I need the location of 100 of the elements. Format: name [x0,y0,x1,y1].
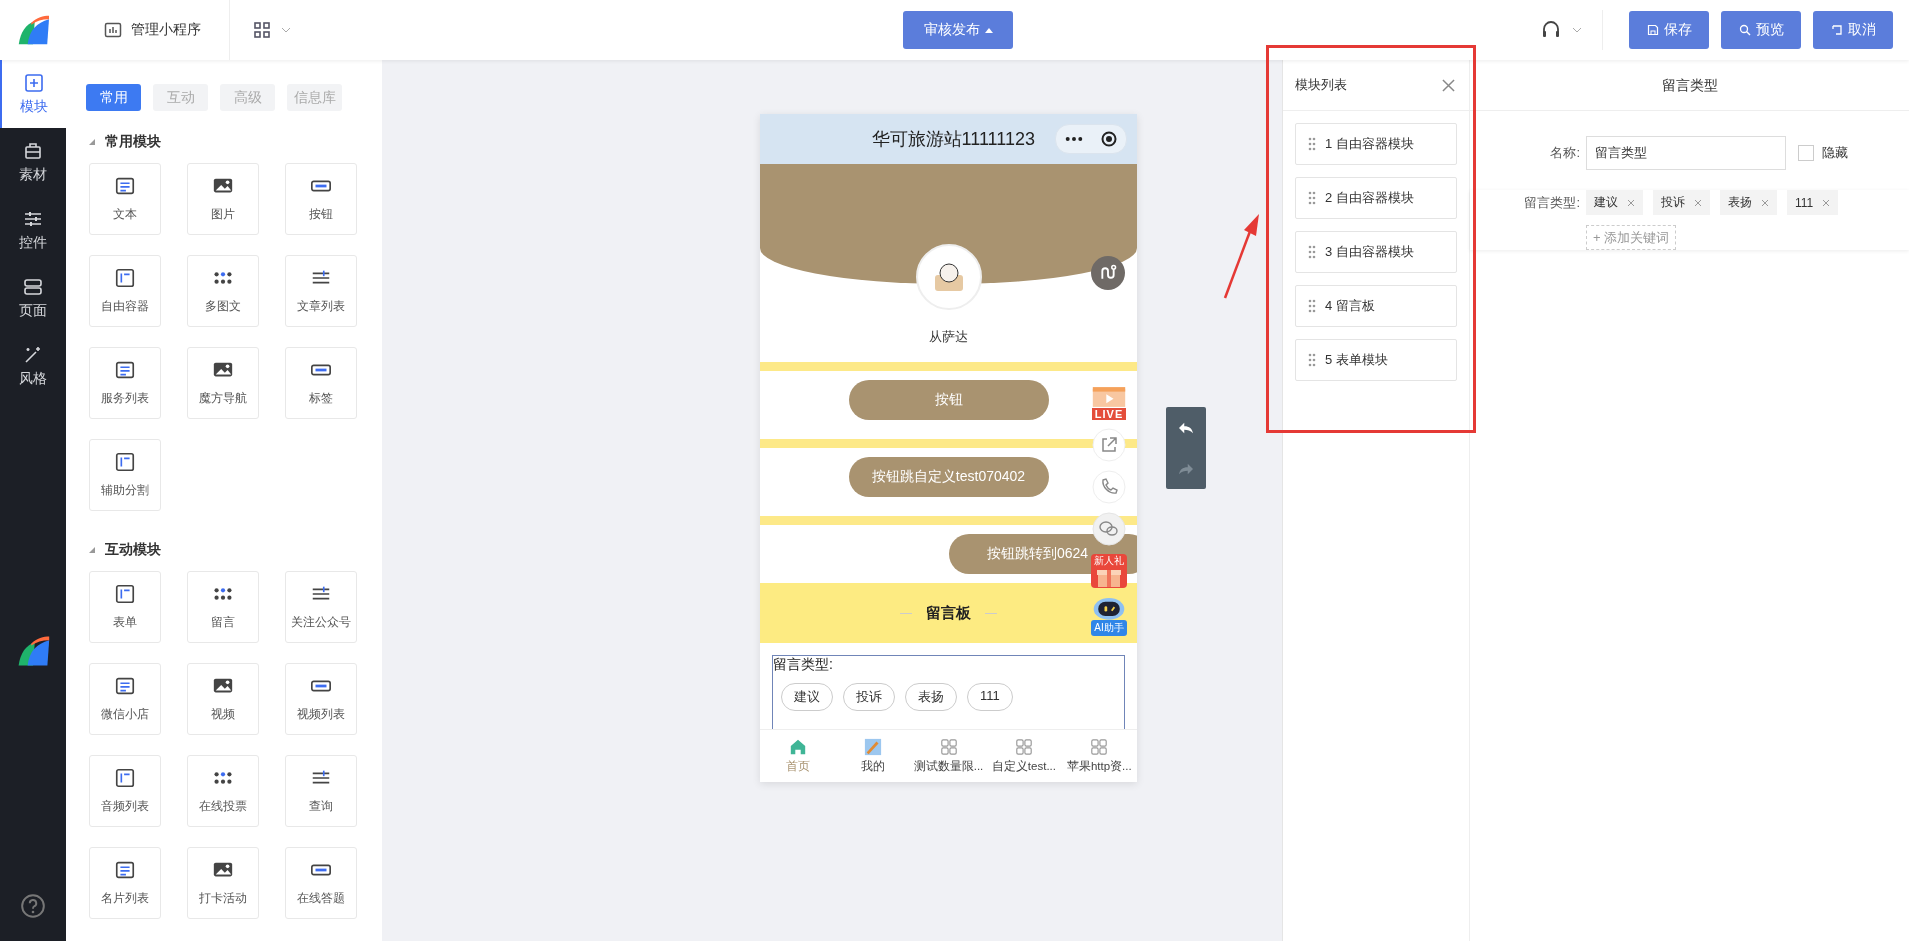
tag-text: 111 [1795,195,1814,210]
module-card[interactable]: 视频列表 [285,663,357,735]
module-card[interactable]: 按钮 [285,163,357,235]
module-card[interactable]: 文本 [89,163,161,235]
module-card[interactable]: 在线投票 [187,755,259,827]
drag-handle-icon[interactable] [1308,137,1316,151]
module-card[interactable]: 视频 [187,663,259,735]
module-list-item[interactable]: 2 自由容器模块 [1295,177,1457,219]
tab-bar-item[interactable]: 测试数量限... [910,730,987,782]
module-card[interactable]: 音频列表 [89,755,161,827]
help-icon[interactable] [20,893,46,919]
module-name: 2 自由容器模块 [1325,189,1414,207]
share-icon[interactable] [1092,428,1126,462]
module-list-item[interactable]: 5 表单模块 [1295,339,1457,381]
close-icon[interactable] [1694,198,1702,207]
grid-icon [1014,738,1033,756]
module-card[interactable]: 表单 [89,571,161,643]
document-icon [114,675,136,697]
module-card[interactable]: 服务列表 [89,347,161,419]
redo-icon[interactable] [1177,461,1195,476]
module-name: 4 留言板 [1325,297,1375,315]
magic-wand-icon [23,344,43,365]
robot-icon [1091,596,1127,620]
container-icon [114,583,136,605]
section-title: 常用模块 [105,133,161,151]
module-card[interactable]: 打卡活动 [187,847,259,919]
module-card[interactable]: 标签 [285,347,357,419]
module-card[interactable]: 图片 [187,163,259,235]
module-card[interactable]: 文章列表 [285,255,357,327]
module-card[interactable]: 查询 [285,755,357,827]
publish-button[interactable]: 审核发布 [903,11,1013,49]
tag-text: 投诉 [1661,194,1685,211]
chart-icon [104,21,122,39]
app-title: 华可旅游站11111123 [870,128,1036,151]
caret-up-icon [984,27,993,33]
drag-handle-icon[interactable] [1308,353,1316,367]
document-icon [114,359,136,381]
module-list-item[interactable]: 3 自由容器模块 [1295,231,1457,273]
phone-icon[interactable] [1092,470,1126,504]
module-card[interactable]: 留言 [187,571,259,643]
chat-icon[interactable] [1092,512,1126,546]
module-card[interactable]: 名片列表 [89,847,161,919]
cancel-button[interactable]: 取消 [1813,11,1893,49]
module-card[interactable]: 微信小店 [89,663,161,735]
section-title: 互动模块 [105,541,161,559]
close-icon[interactable] [1627,198,1635,207]
grid-icon [253,21,271,39]
container-icon [114,451,136,473]
close-icon[interactable] [1442,78,1455,92]
board-title: 留言板 [926,603,971,623]
close-icon[interactable] [1822,198,1831,207]
collapse-triangle-icon[interactable] [89,139,95,145]
module-list-item[interactable]: 4 留言板 [1295,285,1457,327]
preview-button[interactable]: 预览 [1721,11,1801,49]
module-card[interactable]: 辅助分割 [89,439,161,511]
live-badge[interactable]: LIVE [1089,386,1129,420]
ai-assistant-badge[interactable]: AI助手 [1089,596,1129,636]
tab-bar-item[interactable]: 我的 [835,730,911,782]
sidebar-item[interactable]: 素材 [0,128,66,196]
more-icon[interactable] [1065,136,1083,142]
collapse-triangle-icon[interactable] [89,547,95,553]
gift-badge[interactable]: 新人礼 [1091,554,1127,588]
bag-icon [23,140,43,161]
search-icon [1738,24,1751,36]
hide-checkbox[interactable] [1798,145,1814,161]
sidebar-item[interactable]: 风格 [0,332,66,400]
sidebar-item[interactable]: 页面 [0,264,66,332]
field-label: 留言类型: [1523,194,1581,212]
name-input[interactable]: 留言类型 [1586,136,1786,170]
stack-icon [23,276,43,297]
module-list-item[interactable]: 1 自由容器模块 [1295,123,1457,165]
sidebar-item[interactable]: 模块 [0,60,66,128]
gift-icon [1094,568,1124,588]
tag-text: 表扬 [1728,194,1752,211]
tag-text: 建议 [1594,194,1618,211]
container-icon [114,767,136,789]
module-card[interactable]: 在线答题 [285,847,357,919]
chevron-down-icon [281,27,291,33]
save-button[interactable]: 保存 [1629,11,1709,49]
route-icon[interactable] [1091,256,1125,290]
container-icon [114,267,136,289]
close-icon[interactable] [1761,198,1769,207]
capsule-menu[interactable] [1055,124,1127,154]
grid-icon [1090,738,1109,756]
document-icon [114,859,136,881]
drag-handle-icon[interactable] [1308,299,1316,313]
close-circle-icon[interactable] [1101,131,1117,147]
panel-title: 模块列表 [1295,76,1347,94]
drag-handle-icon[interactable] [1308,245,1316,259]
module-name: 5 表单模块 [1325,351,1388,369]
module-card[interactable]: 自由容器 [89,255,161,327]
module-card[interactable]: 魔方导航 [187,347,259,419]
category-tab[interactable]: 常用 [86,84,141,111]
tab-bar-item[interactable]: 苹果http资... [1061,730,1137,782]
module-card[interactable]: 关注公众号 [285,571,357,643]
sidebar-item[interactable]: 控件 [0,196,66,264]
drag-handle-icon[interactable] [1308,191,1316,205]
grid-icon [939,738,958,756]
tab-bar-item[interactable]: 自定义test... [986,730,1062,782]
module-card[interactable]: 多图文 [187,255,259,327]
